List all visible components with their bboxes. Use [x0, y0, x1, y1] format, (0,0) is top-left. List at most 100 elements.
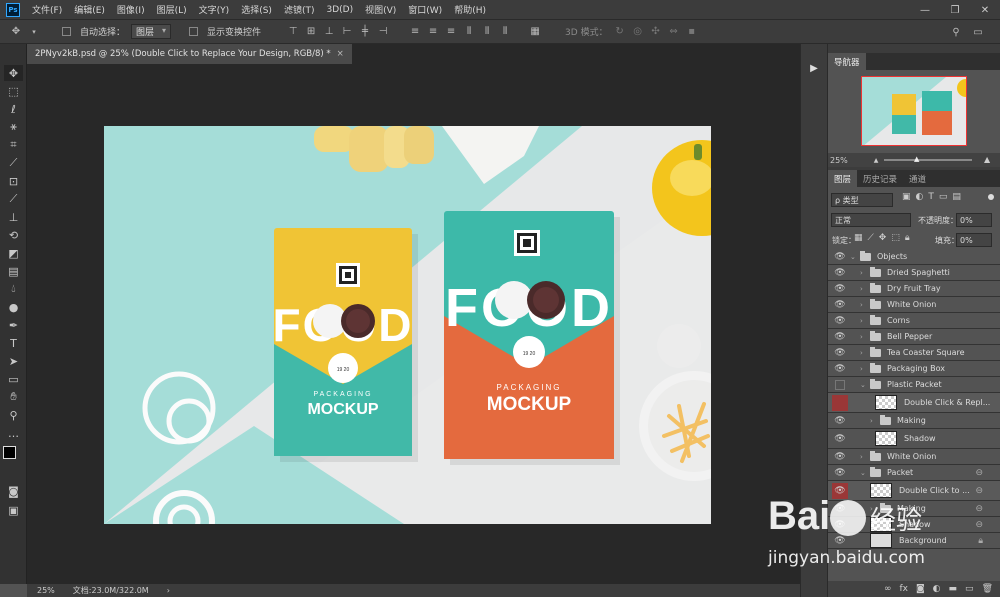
marquee-tool-icon[interactable]: ⬚ — [4, 83, 23, 99]
visibility-eye-icon[interactable]: 👁︎ — [833, 250, 847, 264]
layer-row[interactable]: 👁︎ Shadow ⊖ — [828, 517, 1000, 533]
history-brush-tool-icon[interactable]: ⟲ — [4, 227, 23, 243]
3d-roll-icon[interactable]: ◎ — [632, 26, 644, 38]
visibility-eye-icon[interactable]: 👁︎ — [833, 450, 847, 464]
workspace-icon[interactable]: ▭ — [972, 26, 984, 38]
play-action-icon[interactable]: ▶ — [807, 61, 821, 75]
layer-filter-dropdown[interactable]: ρ 类型 — [831, 193, 893, 207]
visibility-eye-icon[interactable]: 👁︎ — [833, 330, 847, 344]
visibility-eye-off-icon[interactable] — [832, 394, 848, 411]
visibility-eye-icon[interactable]: 👁︎ — [833, 466, 847, 480]
layer-row[interactable]: 👁︎ › Bell Pepper — [828, 329, 1000, 345]
visibility-eye-icon[interactable]: 👁︎ — [833, 346, 847, 360]
visibility-eye-icon[interactable]: 👁︎ — [833, 518, 847, 532]
menu-file[interactable]: 文件(F) — [26, 3, 68, 16]
menu-image[interactable]: 图像(I) — [111, 3, 151, 16]
layer-row[interactable]: 👁︎ › Tea Coaster Square — [828, 345, 1000, 361]
blend-mode-dropdown[interactable]: 正常 — [831, 213, 911, 227]
layer-row[interactable]: 👁︎ Shadow — [828, 429, 1000, 449]
visibility-eye-icon[interactable]: 👁︎ — [833, 282, 847, 296]
distribute-bottom-icon[interactable]: ≡ — [445, 26, 457, 38]
align-left-icon[interactable]: ⊢ — [341, 26, 353, 38]
layer-row[interactable]: 👁︎ › Packaging Box — [828, 361, 1000, 377]
layer-row[interactable]: 👁︎ › White Onion — [828, 449, 1000, 465]
menu-window[interactable]: 窗口(W) — [402, 3, 448, 16]
visibility-eye-icon[interactable]: 👁︎ — [833, 314, 847, 328]
hand-tool-icon[interactable]: ✋︎ — [4, 389, 23, 405]
crop-tool-icon[interactable]: ⌗ — [4, 137, 23, 153]
zoom-in-icon[interactable]: ▲ — [984, 155, 990, 164]
clone-stamp-tool-icon[interactable]: ⊥ — [4, 209, 23, 225]
tab-channels[interactable]: 通道 — [903, 170, 932, 187]
3d-slide-icon[interactable]: ⇔ — [668, 26, 680, 38]
visibility-eye-icon[interactable]: 👁︎ — [832, 482, 848, 499]
zoom-slider[interactable] — [884, 159, 972, 161]
blur-tool-icon[interactable]: 💧︎ — [4, 281, 23, 297]
status-menu-arrow[interactable]: › — [167, 586, 170, 595]
visibility-eye-icon[interactable]: 👁︎ — [833, 414, 847, 428]
visibility-eye-icon[interactable]: 👁︎ — [833, 502, 847, 516]
layer-row[interactable]: 👁︎ › Making ⊖ — [828, 501, 1000, 517]
gradient-tool-icon[interactable]: ▤ — [4, 263, 23, 279]
foreground-color-swatch[interactable] — [3, 446, 16, 459]
tab-history[interactable]: 历史记录 — [857, 170, 903, 187]
layer-row[interactable]: Double Click & Repl... — [828, 393, 1000, 413]
menu-help[interactable]: 帮助(H) — [448, 3, 492, 16]
layer-row[interactable]: 👁︎ › White Onion — [828, 297, 1000, 313]
minimize-button[interactable]: — — [910, 0, 940, 20]
brush-tool-icon[interactable]: ⟋ — [4, 191, 23, 207]
3d-rotate-icon[interactable]: ↻ — [614, 26, 626, 38]
screen-mode-icon[interactable]: ▣ — [4, 502, 23, 518]
zoom-out-icon[interactable]: ▲ — [874, 157, 879, 164]
distribute-vcenter-icon[interactable]: ≡ — [427, 26, 439, 38]
layer-row[interactable]: 👁︎ › Dry Fruit Tray — [828, 281, 1000, 297]
layer-row[interactable]: 👁︎ ⌄ Packet ⊖ — [828, 465, 1000, 481]
zoom-tool-icon[interactable]: ⚲ — [4, 407, 23, 423]
navigator-preview[interactable] — [861, 76, 967, 146]
lock-icons[interactable]: ▦⟋✥⬚🔒︎ — [854, 233, 915, 243]
navigator-zoom[interactable]: 25% — [830, 156, 848, 165]
lasso-tool-icon[interactable]: ℓ — [4, 101, 23, 117]
magic-wand-tool-icon[interactable]: ⚹ — [4, 119, 23, 135]
visibility-eye-icon[interactable]: 👁︎ — [833, 432, 847, 446]
show-transform-checkbox[interactable] — [189, 27, 199, 36]
opacity-input[interactable]: 0% — [956, 213, 992, 227]
quick-mask-icon[interactable]: ◙ — [4, 483, 23, 499]
trash-icon[interactable]: 🗑︎ — [982, 584, 993, 594]
menu-layer[interactable]: 图层(L) — [151, 3, 193, 16]
distribute-right-icon[interactable]: ⦀ — [499, 26, 511, 38]
status-zoom[interactable]: 25% — [37, 586, 55, 595]
menu-type[interactable]: 文字(Y) — [193, 3, 236, 16]
new-layer-icon[interactable]: ▭ — [965, 584, 974, 594]
distribute-hcenter-icon[interactable]: ⦀ — [481, 26, 493, 38]
link-layers-icon[interactable]: ∞ — [884, 584, 892, 594]
layer-row[interactable]: 👁︎ › Dried Spaghetti — [828, 265, 1000, 281]
search-icon[interactable]: ⚲ — [950, 26, 962, 38]
close-window-button[interactable]: ✕ — [970, 0, 1000, 20]
auto-select-dropdown[interactable]: 图层 — [131, 24, 172, 39]
menu-3d[interactable]: 3D(D) — [320, 5, 359, 15]
layer-row[interactable]: 👁︎ ⌄ Objects — [828, 249, 1000, 265]
visibility-eye-icon[interactable]: 👁︎ — [833, 362, 847, 376]
tool-preset-dropdown-icon[interactable]: ▾ — [28, 26, 40, 38]
menu-filter[interactable]: 滤镜(T) — [278, 3, 321, 16]
fill-input[interactable]: 0% — [956, 233, 992, 247]
distribute-top-icon[interactable]: ≡ — [409, 26, 421, 38]
auto-select-checkbox[interactable] — [62, 27, 71, 36]
distribute-left-icon[interactable]: ⦀ — [463, 26, 475, 38]
align-hcenter-icon[interactable]: ╪ — [359, 26, 371, 38]
align-top-icon[interactable]: ⊤ — [287, 26, 299, 38]
more-tools-icon[interactable]: … — [4, 425, 23, 441]
document-tab[interactable]: 2PNyv2kB.psd @ 25% (Double Click to Repl… — [27, 44, 352, 64]
move-tool-icon[interactable]: ✥ — [10, 26, 22, 38]
visibility-eye-icon[interactable]: 👁︎ — [833, 298, 847, 312]
move-tool-icon[interactable]: ✥ — [4, 65, 23, 81]
fx-icon[interactable]: fx — [899, 584, 908, 594]
filter-toggle-icon[interactable] — [988, 194, 994, 200]
layer-row[interactable]: 👁︎ › Making — [828, 413, 1000, 429]
shape-tool-icon[interactable]: ▭ — [4, 371, 23, 387]
healing-brush-tool-icon[interactable]: ⊡ — [4, 173, 23, 189]
align-right-icon[interactable]: ⊣ — [377, 26, 389, 38]
visibility-eye-icon[interactable]: 👁︎ — [833, 534, 847, 548]
adjustment-layer-icon[interactable]: ◐ — [933, 584, 941, 594]
